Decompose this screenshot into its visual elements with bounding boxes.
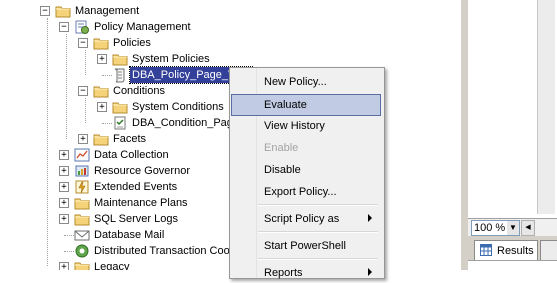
- database-mail-icon: [74, 227, 90, 243]
- menu-item-evaluate[interactable]: Evaluate: [231, 94, 381, 116]
- folder-icon: [93, 35, 109, 51]
- tree-item-label: Maintenance Plans: [94, 197, 188, 209]
- tree-item-label: System Conditions: [132, 101, 224, 113]
- tree-item-label: Resource Governor: [94, 165, 190, 177]
- tree-item[interactable]: − Management: [0, 3, 470, 19]
- menu-separator: [258, 258, 378, 260]
- tab-results-label: Results: [497, 245, 534, 257]
- policy-scroll-icon: [112, 67, 128, 83]
- tree-item-label: Facets: [113, 133, 147, 145]
- tree-item[interactable]: − Policy Management: [0, 19, 470, 35]
- dtc-icon: [74, 243, 90, 259]
- menu-item-view-history[interactable]: View History: [232, 116, 380, 136]
- submenu-arrow-icon: [368, 214, 372, 222]
- scroll-left-icon[interactable]: ◀: [521, 220, 535, 236]
- policy-management-icon: [74, 19, 90, 35]
- folder-icon: [112, 51, 128, 67]
- extended-events-icon: [74, 179, 90, 195]
- menu-item-label: Evaluate: [264, 99, 307, 111]
- collapse-icon[interactable]: −: [78, 38, 88, 48]
- folder-icon: [74, 211, 90, 227]
- expand-icon[interactable]: +: [59, 182, 69, 192]
- menu-separator: [258, 231, 378, 233]
- tree-item-label: Conditions: [113, 85, 165, 97]
- folder-icon: [55, 3, 71, 19]
- zoom-select[interactable]: 100 % ▼: [471, 220, 520, 236]
- collapse-icon[interactable]: −: [59, 22, 69, 32]
- expand-icon[interactable]: +: [59, 214, 69, 224]
- vertical-scrollbar[interactable]: [537, 0, 555, 214]
- tree-item-label: Extended Events: [94, 181, 178, 193]
- menu-item-label: Script Policy as: [264, 213, 340, 225]
- tree-item[interactable]: + System Policies: [0, 51, 470, 67]
- folder-icon: [74, 195, 90, 211]
- folder-icon: [74, 259, 90, 270]
- tree-item-label: Management: [75, 5, 140, 17]
- tree-item[interactable]: − Policies: [0, 35, 470, 51]
- menu-separator: [258, 204, 378, 206]
- menu-item-label: Export Policy...: [264, 186, 337, 198]
- menu-item-disable[interactable]: Disable: [232, 160, 380, 180]
- zoom-bar: 100 % ▼ ◀: [468, 218, 557, 237]
- folder-icon: [93, 131, 109, 147]
- chevron-down-icon[interactable]: ▼: [507, 221, 519, 235]
- menu-item-new-policy[interactable]: New Policy...: [232, 72, 380, 92]
- expand-icon[interactable]: +: [97, 102, 107, 112]
- folder-icon: [112, 99, 128, 115]
- menu-item-label: Start PowerShell: [264, 240, 346, 252]
- tree-item-label: SQL Server Logs: [94, 213, 178, 225]
- resource-governor-icon: [74, 163, 90, 179]
- expand-icon[interactable]: +: [97, 54, 107, 64]
- menu-item-start-powershell[interactable]: Start PowerShell: [232, 236, 380, 256]
- data-collection-icon: [74, 147, 90, 163]
- expand-icon[interactable]: +: [59, 150, 69, 160]
- tree-item-label: Distributed Transaction Coordin: [94, 245, 249, 257]
- condition-icon: [112, 115, 128, 131]
- expand-icon[interactable]: +: [59, 166, 69, 176]
- grid-icon: [480, 244, 492, 256]
- expand-icon[interactable]: +: [78, 134, 88, 144]
- menu-item-script-policy-as[interactable]: Script Policy as: [232, 209, 380, 229]
- collapse-icon[interactable]: −: [40, 6, 50, 16]
- menu-item-enable: Enable: [232, 138, 380, 158]
- tree-item-label: Database Mail: [94, 229, 165, 241]
- menu-item-label: Enable: [264, 142, 299, 154]
- folder-icon: [93, 83, 109, 99]
- menu-item-label: View History: [264, 120, 325, 132]
- submenu-arrow-icon: [368, 268, 372, 276]
- menu-item-label: Disable: [264, 164, 301, 176]
- menu-item-label: New Policy...: [264, 76, 327, 88]
- tab-results[interactable]: Results: [474, 240, 538, 261]
- results-grid: [468, 260, 557, 271]
- menu-item-export-policy[interactable]: Export Policy...: [232, 182, 380, 202]
- tree-item-label: Policy Management: [94, 21, 191, 33]
- tree-item-label: Legacy: [94, 261, 130, 270]
- context-menu: New Policy... Evaluate View History Enable D…: [229, 67, 385, 279]
- expand-icon[interactable]: +: [59, 262, 69, 270]
- expand-icon[interactable]: +: [59, 198, 69, 208]
- menu-item-reports[interactable]: Reports: [232, 263, 380, 283]
- zoom-value: 100 %: [474, 222, 506, 234]
- tree-item-label: Policies: [113, 37, 151, 49]
- tree-item-label: System Policies: [132, 53, 210, 65]
- menu-item-label: Reports: [264, 267, 303, 279]
- tree-item-label: Data Collection: [94, 149, 169, 161]
- tab-messages[interactable]: [540, 240, 557, 261]
- collapse-icon[interactable]: −: [78, 86, 88, 96]
